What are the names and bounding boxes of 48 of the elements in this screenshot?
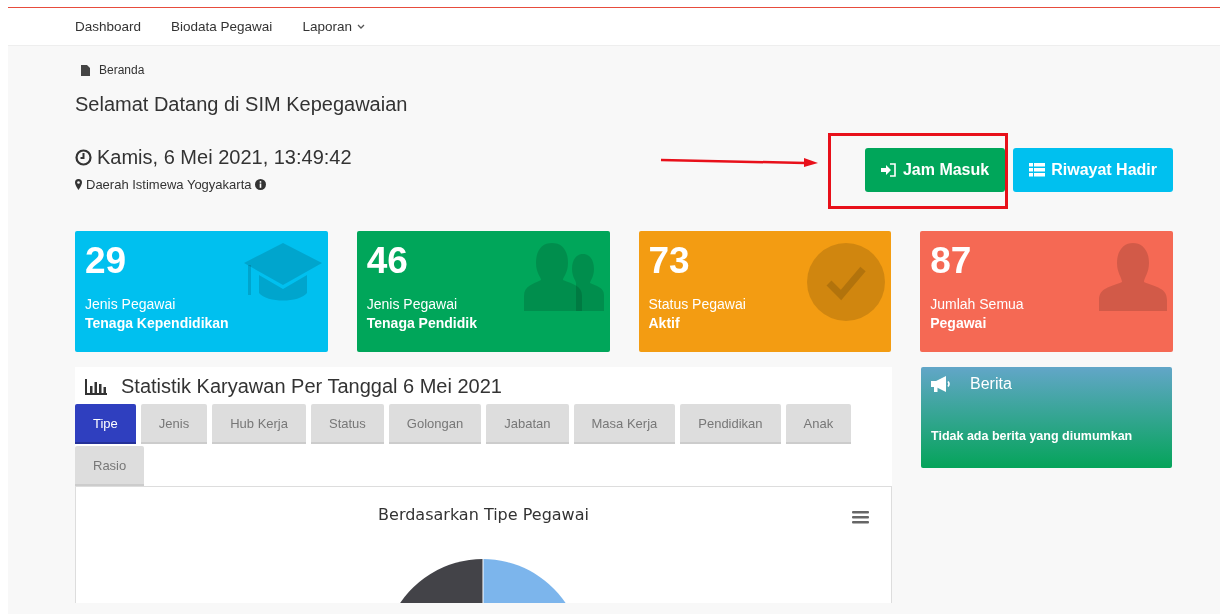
clock-in-button[interactable]: Jam Masuk xyxy=(864,148,1006,192)
date-time: Kamis, 6 Mei 2021, 13:49:42 xyxy=(97,146,352,169)
user-icon xyxy=(1099,243,1167,311)
section-title: Statistik Karyawan Per Tanggal 6 Mei 2021 xyxy=(121,375,502,398)
menu-icon[interactable] xyxy=(852,511,869,524)
chevron-down-icon xyxy=(356,24,365,29)
check-circle-icon xyxy=(807,243,886,321)
stat-value: 73 xyxy=(648,239,690,283)
document-icon xyxy=(81,64,90,76)
tab[interactable]: Pendidikan xyxy=(680,404,781,442)
stat-sublabel: Aktif xyxy=(648,315,680,331)
nav-link[interactable]: Biodata Pegawai xyxy=(171,19,273,34)
news-title: Berita xyxy=(970,375,1012,393)
location-text: Daerah Istimewa Yogyakarta xyxy=(86,177,252,192)
news-message: Tidak ada berita yang diumumkan xyxy=(931,429,1134,443)
sign-in-icon xyxy=(880,163,897,177)
stat-value: 46 xyxy=(366,239,408,283)
stat-sublabel: Tenaga Kependidikan xyxy=(85,315,229,331)
tab[interactable]: Hub Kerja xyxy=(212,404,306,442)
map-pin-icon xyxy=(75,179,82,190)
tab[interactable]: Status xyxy=(311,404,384,442)
clock-icon xyxy=(75,149,92,166)
nav-dropdown[interactable]: Laporan xyxy=(302,19,365,34)
stat-value: 29 xyxy=(85,239,127,283)
tab[interactable]: Anak xyxy=(785,404,852,442)
tab[interactable]: Tipe xyxy=(75,404,136,442)
tab[interactable]: Golongan xyxy=(388,404,482,442)
nav-link[interactable]: Dashboard xyxy=(75,19,142,34)
users-icon xyxy=(523,243,604,311)
attendance-history-button[interactable]: Riwayat Hadir xyxy=(1013,148,1173,192)
stat-sublabel: Tenaga Pendidik xyxy=(366,315,477,331)
megaphone-icon xyxy=(931,376,951,392)
stat-label: Jenis Pegawai xyxy=(85,296,176,312)
stat-value: 87 xyxy=(930,239,972,283)
tab[interactable]: Rasio xyxy=(75,446,145,484)
stat-sublabel: Pegawai xyxy=(930,315,987,331)
stat-label: Jumlah Semua xyxy=(930,296,1024,312)
stat-label: Status Pegawai xyxy=(648,296,746,312)
chart-title: Berdasarkan Tipe Pegawai xyxy=(378,505,589,524)
page-title: Selamat Datang di SIM Kepegawaian xyxy=(75,93,408,116)
bar-chart-icon xyxy=(85,378,107,395)
breadcrumb-link[interactable]: Beranda xyxy=(99,63,145,77)
stat-label: Jenis Pegawai xyxy=(366,296,458,312)
tab[interactable]: Masa Kerja xyxy=(573,404,676,442)
info-icon xyxy=(255,179,267,190)
list-icon xyxy=(1029,163,1046,177)
tab[interactable]: Jabatan xyxy=(486,404,569,442)
tab[interactable]: Jenis xyxy=(140,404,208,442)
